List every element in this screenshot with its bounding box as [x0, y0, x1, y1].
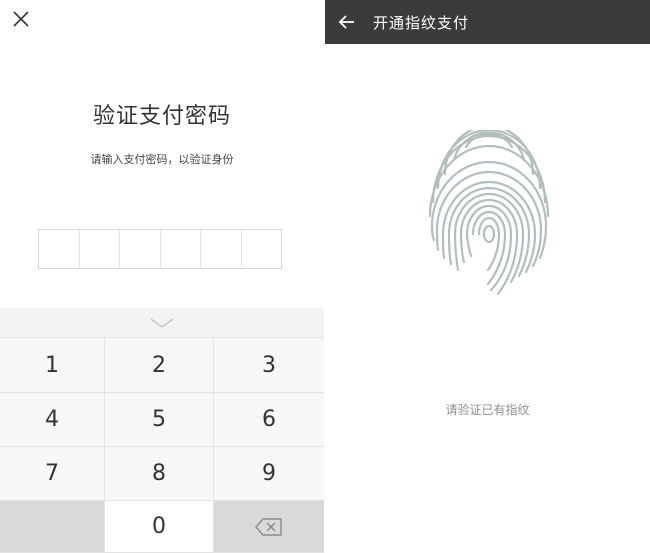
key-8[interactable]: 8: [105, 447, 214, 501]
pin-cell: [161, 230, 201, 268]
back-button[interactable]: [327, 0, 367, 44]
pin-cell: [120, 230, 161, 268]
key-6[interactable]: 6: [214, 393, 324, 447]
keyboard-collapse-button[interactable]: [0, 308, 324, 338]
backspace-icon: [255, 517, 282, 536]
page-title: 开通指纹支付: [373, 13, 470, 32]
key-7[interactable]: 7: [0, 447, 105, 501]
close-button[interactable]: [10, 8, 32, 30]
page-subtitle: 请输入支付密码，以验证身份: [90, 153, 234, 166]
arrow-left-icon: [338, 15, 354, 29]
pin-input[interactable]: [38, 229, 282, 269]
key-2[interactable]: 2: [105, 338, 214, 393]
pin-cell: [80, 230, 120, 268]
close-icon: [13, 11, 29, 27]
pin-cell: [201, 230, 242, 268]
pin-cell: [242, 230, 282, 268]
key-4[interactable]: 4: [0, 393, 105, 447]
top-bar: 开通指纹支付: [325, 0, 650, 44]
pin-cell: [39, 230, 80, 268]
fingerprint-icon: [428, 130, 550, 296]
key-3[interactable]: 3: [214, 338, 324, 393]
verify-password-screen: 验证支付密码 请输入支付密码，以验证身份 1 2 3 4 5 6 7 8 9 0: [0, 0, 324, 553]
numeric-keyboard: 1 2 3 4 5 6 7 8 9 0: [0, 308, 324, 553]
fingerprint-payment-screen: 开通指纹支付 请验证已有指纹: [325, 0, 650, 553]
fingerprint-sensor[interactable]: [424, 130, 554, 298]
key-1[interactable]: 1: [0, 338, 105, 393]
chevron-down-icon: [150, 317, 174, 328]
delete-key[interactable]: [214, 501, 324, 553]
key-9[interactable]: 9: [214, 447, 324, 501]
key-0[interactable]: 0: [105, 501, 214, 553]
key-5[interactable]: 5: [105, 393, 214, 447]
fingerprint-hint: 请验证已有指纹: [445, 403, 530, 417]
key-blank: [0, 501, 105, 553]
page-title: 验证支付密码: [92, 104, 231, 129]
keyboard-grid: 1 2 3 4 5 6 7 8 9 0: [0, 338, 324, 553]
